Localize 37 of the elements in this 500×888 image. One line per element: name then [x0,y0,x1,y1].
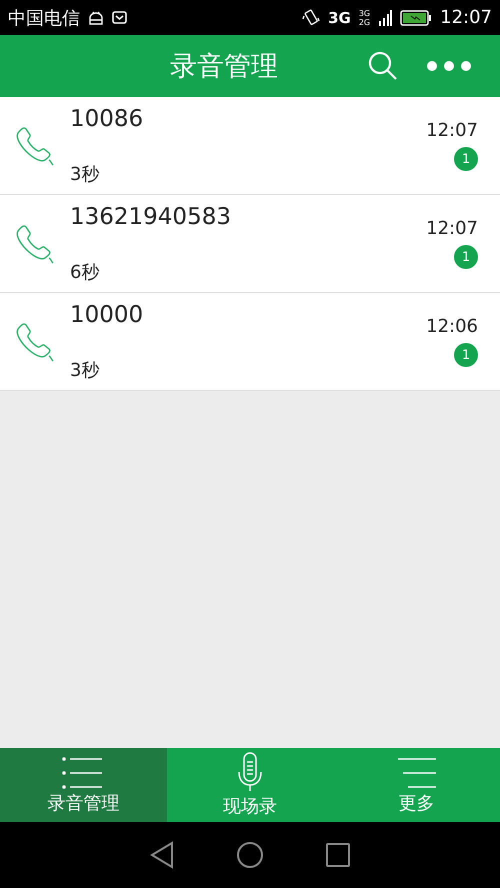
duration-label: 3秒 [70,358,100,382]
signal-icon [378,8,392,26]
count-badge: 1 [454,245,478,269]
list-icon [62,755,104,789]
time-label: 12:07 [426,218,478,239]
tab[interactable]: 录音管理 [0,748,167,822]
time-label: 12:07 [426,120,478,141]
duration-label: 6秒 [70,260,100,284]
microphone-icon [237,752,263,792]
vibrate-icon [302,8,320,26]
time-label: 12:06 [426,316,478,337]
phone-number: 10000 [70,302,144,328]
clock-time: 12:07 [440,7,492,28]
back-icon[interactable] [150,841,174,869]
recording-row[interactable]: 13621940583 6秒 12:07 1 [0,195,500,293]
phone-number: 10086 [70,106,144,132]
search-icon[interactable] [368,51,398,81]
count-badge: 1 [454,147,478,171]
count-badge: 1 [454,343,478,367]
more-options-icon[interactable] [426,60,472,72]
phone-number: 13621940583 [70,204,232,230]
recents-icon[interactable] [326,843,350,867]
recording-row[interactable]: 10000 3秒 12:06 1 [0,293,500,391]
carrier-label: 中国电信 [8,6,80,30]
screen-title: 录音管理 [169,50,279,84]
network-label: 3G [328,8,351,26]
duration-label: 3秒 [70,162,100,186]
network-label: 3G [358,8,370,18]
mail-icon [112,11,127,24]
recording-row[interactable]: 10086 3秒 12:07 1 [0,97,500,195]
phone-icon [14,320,56,362]
phone-icon [14,124,56,166]
battery-icon [400,10,432,26]
android-icon [88,10,104,24]
network-label: 2G [358,18,370,26]
home-icon[interactable] [236,841,264,869]
phone-icon [14,222,56,264]
